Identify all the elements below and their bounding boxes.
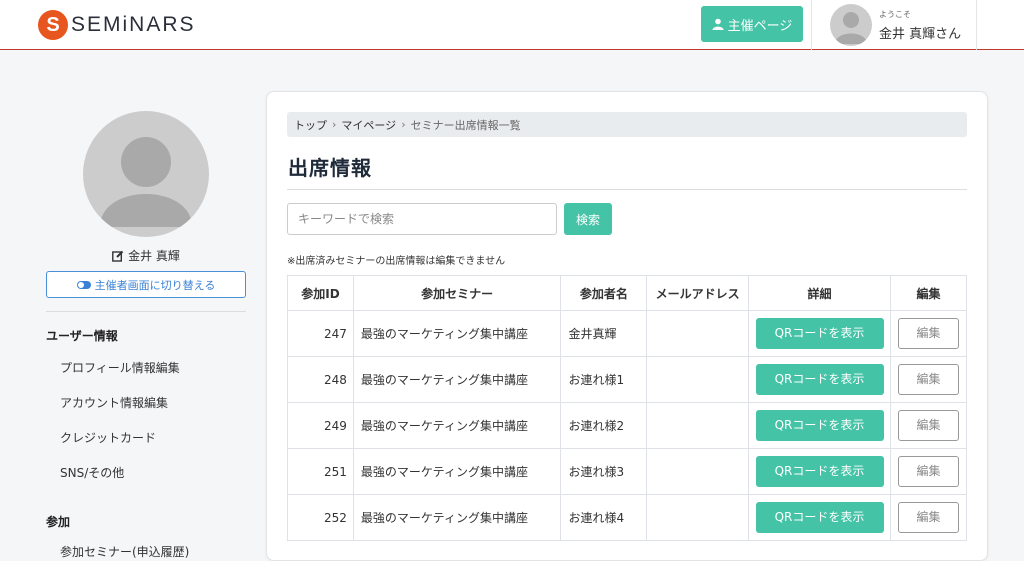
- edit-button[interactable]: 編集: [897, 318, 959, 349]
- avatar: [830, 4, 872, 46]
- user-icon: [712, 18, 724, 30]
- edit-button[interactable]: 編集: [897, 456, 959, 487]
- cell-seminar: 最強のマーケティング集中講座: [352, 356, 562, 403]
- logo-mark: S: [38, 10, 68, 40]
- cell-edit: 編集: [889, 448, 968, 495]
- seminars-logo[interactable]: S SEMiNARS: [38, 9, 196, 41]
- table-row: 247 最強のマーケティング集中講座 金井真輝 QRコードを表示 編集: [287, 310, 968, 357]
- sidebar-heading-user-info: ユーザー情報: [46, 329, 118, 343]
- show-qr-button[interactable]: QRコードを表示: [755, 502, 884, 533]
- cell-participant: お連れ様4: [560, 494, 648, 541]
- sidebar-divider: [46, 311, 246, 312]
- page-title: 出席情報: [288, 156, 372, 180]
- cell-id: 249: [287, 402, 354, 449]
- cell-email: [646, 448, 750, 495]
- profile-name-text: 金井 真輝: [128, 249, 180, 263]
- user-menu[interactable]: ようこそ 金井 真輝さん: [811, 0, 977, 50]
- cell-participant: お連れ様2: [560, 402, 648, 449]
- table-row: 249 最強のマーケティング集中講座 お連れ様2 QRコードを表示 編集: [287, 402, 968, 449]
- sidebar-heading-participation: 参加: [46, 515, 71, 529]
- search-input[interactable]: [287, 203, 557, 235]
- logo-text: SEMiNARS: [71, 13, 196, 36]
- cell-participant: お連れ様1: [560, 356, 648, 403]
- welcome-text: ようこそ: [879, 10, 911, 19]
- title-divider: [287, 189, 967, 190]
- main-card: トップ › マイページ › セミナー出席情報一覧 出席情報 検索 ※出席済みセミ…: [266, 91, 988, 561]
- cell-participant: 金井真輝: [560, 310, 648, 357]
- organizer-page-label: 主催ページ: [727, 18, 793, 34]
- breadcrumb-current: セミナー出席情報一覧: [410, 118, 521, 132]
- header-participant-name: 参加者名: [560, 275, 648, 311]
- search-button[interactable]: 検索: [564, 203, 612, 235]
- cell-id: 247: [287, 310, 354, 357]
- header-participant-id: 参加ID: [287, 275, 354, 311]
- cell-email: [646, 494, 750, 541]
- attendance-table: 参加ID 参加セミナー 参加者名 メールアドレス 詳細 編集 247 最強のマー…: [287, 275, 968, 541]
- cell-detail: QRコードを表示: [748, 494, 891, 541]
- header-user-name: 金井 真輝さん: [879, 27, 962, 42]
- switch-organizer-label: 主催者画面に切り替える: [94, 278, 216, 292]
- table-row: 251 最強のマーケティング集中講座 お連れ様3 QRコードを表示 編集: [287, 448, 968, 495]
- organizer-page-button[interactable]: 主催ページ: [701, 6, 803, 42]
- cell-detail: QRコードを表示: [748, 310, 891, 357]
- cell-edit: 編集: [889, 402, 968, 449]
- top-header: S SEMiNARS 主催ページ ようこそ 金井 真輝さん: [0, 0, 1024, 50]
- cell-seminar: 最強のマーケティング集中講座: [352, 494, 562, 541]
- header-detail: 詳細: [748, 275, 891, 311]
- sidebar-item-sns-other[interactable]: SNS/その他: [60, 464, 124, 481]
- header-seminar: 参加セミナー: [352, 275, 562, 311]
- show-qr-button[interactable]: QRコードを表示: [755, 456, 884, 487]
- edit-button[interactable]: 編集: [897, 364, 959, 395]
- cell-id: 252: [287, 494, 354, 541]
- cell-detail: QRコードを表示: [748, 402, 891, 449]
- breadcrumb-mypage[interactable]: マイページ: [341, 117, 396, 133]
- cell-seminar: 最強のマーケティング集中講座: [352, 310, 562, 357]
- profile-name[interactable]: 金井 真輝: [46, 247, 246, 264]
- cell-participant: お連れ様3: [560, 448, 648, 495]
- sidebar-item-applied-seminars[interactable]: 参加セミナー(申込履歴): [60, 543, 189, 560]
- cell-seminar: 最強のマーケティング集中講座: [352, 448, 562, 495]
- header-email: メールアドレス: [646, 275, 750, 311]
- table-header-row: 参加ID 参加セミナー 参加者名 メールアドレス 詳細 編集: [287, 275, 968, 311]
- show-qr-button[interactable]: QRコードを表示: [755, 410, 884, 441]
- cell-id: 248: [287, 356, 354, 403]
- sidebar-item-account-edit[interactable]: アカウント情報編集: [60, 394, 168, 411]
- profile-avatar: [83, 111, 209, 237]
- cell-edit: 編集: [889, 310, 968, 357]
- toggle-icon: [76, 280, 91, 289]
- header-edit: 編集: [889, 275, 968, 311]
- edit-button[interactable]: 編集: [897, 410, 959, 441]
- breadcrumb-top[interactable]: トップ: [294, 117, 327, 133]
- edit-icon: [112, 250, 124, 262]
- show-qr-button[interactable]: QRコードを表示: [755, 364, 884, 395]
- cell-seminar: 最強のマーケティング集中講座: [352, 402, 562, 449]
- table-row: 248 最強のマーケティング集中講座 お連れ様1 QRコードを表示 編集: [287, 356, 968, 403]
- breadcrumb: トップ › マイページ › セミナー出席情報一覧: [287, 112, 967, 137]
- cell-id: 251: [287, 448, 354, 495]
- edit-notice: ※出席済みセミナーの出席情報は編集できません: [287, 256, 506, 267]
- breadcrumb-separator: ›: [401, 118, 406, 131]
- cell-edit: 編集: [889, 356, 968, 403]
- sidebar-item-credit-card[interactable]: クレジットカード: [60, 429, 156, 446]
- breadcrumb-separator: ›: [332, 118, 337, 131]
- cell-edit: 編集: [889, 494, 968, 541]
- sidebar-item-profile-edit[interactable]: プロフィール情報編集: [60, 359, 180, 376]
- switch-organizer-button[interactable]: 主催者画面に切り替える: [46, 271, 246, 298]
- edit-button[interactable]: 編集: [897, 502, 959, 533]
- cell-email: [646, 356, 750, 403]
- cell-email: [646, 402, 750, 449]
- cell-email: [646, 310, 750, 357]
- cell-detail: QRコードを表示: [748, 356, 891, 403]
- cell-detail: QRコードを表示: [748, 448, 891, 495]
- show-qr-button[interactable]: QRコードを表示: [755, 318, 884, 349]
- table-row: 252 最強のマーケティング集中講座 お連れ様4 QRコードを表示 編集: [287, 494, 968, 541]
